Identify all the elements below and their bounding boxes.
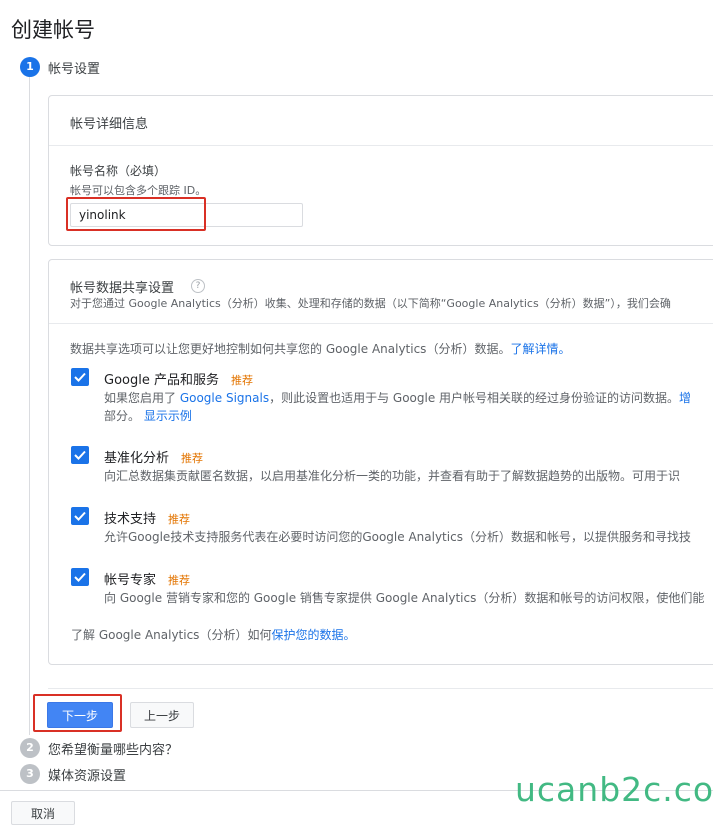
step-2-indicator: 2: [20, 738, 40, 758]
back-button[interactable]: 上一步: [130, 702, 194, 728]
check-icon: [74, 372, 86, 382]
account-name-hint: 帐号可以包含多个跟踪 ID。: [70, 184, 207, 197]
google-products-title: Google 产品和服务 推荐: [104, 369, 253, 388]
technical-support-checkbox[interactable]: [71, 507, 89, 525]
sharing-intro: 数据共享选项可以让您更好地控制如何共享您的 Google Analytics（分…: [70, 340, 713, 357]
divider: [48, 688, 713, 689]
google-signals-link[interactable]: Google Signals: [180, 391, 269, 405]
option-title-text: 帐号专家: [104, 573, 157, 588]
account-specialists-title: 帐号专家 推荐: [104, 569, 190, 588]
data-sharing-heading: 帐号数据共享设置: [70, 281, 175, 296]
page-title: 创建帐号: [11, 18, 95, 42]
technical-support-title: 技术支持 推荐: [104, 508, 190, 527]
step-1-label[interactable]: 帐号设置: [48, 58, 100, 77]
recommended-badge: 推荐: [168, 574, 191, 587]
data-sharing-subtitle: 对于您通过 Google Analytics（分析）收集、处理和存储的数据（以下…: [70, 297, 671, 310]
highlight-box: [66, 197, 206, 231]
protect-data-note: 了解 Google Analytics（分析）如何保护您的数据。: [71, 626, 691, 643]
highlight-box: [33, 694, 122, 732]
desc-text: 如果您启用了: [104, 391, 180, 405]
help-icon[interactable]: ?: [191, 279, 205, 293]
step-3-label[interactable]: 媒体资源设置: [48, 765, 126, 784]
benchmarking-desc: 向汇总数据集贡献匿名数据，以启用基准化分析一类的功能，并查看有助于了解数据趋势的…: [104, 469, 681, 483]
account-name-label: 帐号名称（必填）: [70, 164, 167, 178]
check-icon: [74, 572, 86, 582]
show-example-link[interactable]: 显示示例: [144, 409, 192, 423]
step-2-label[interactable]: 您希望衡量哪些内容？: [48, 739, 178, 758]
cancel-button[interactable]: 取消: [11, 801, 75, 825]
account-specialists-checkbox[interactable]: [71, 568, 89, 586]
benchmarking-checkbox[interactable]: [71, 446, 89, 464]
account-specialists-desc: 向 Google 营销专家和您的 Google 销售专家提供 Google An…: [104, 591, 705, 605]
step-1-indicator: 1: [20, 57, 40, 77]
option-title-text: 基准化分析: [104, 451, 170, 466]
divider: [49, 145, 713, 146]
protect-data-text: 了解 Google Analytics（分析）如何: [71, 628, 272, 642]
technical-support-desc: 允许Google技术支持服务代表在必要时访问您的Google Analytics…: [104, 530, 691, 544]
desc-text: 部分。: [104, 409, 141, 423]
sharing-intro-text: 数据共享选项可以让您更好地控制如何共享您的 Google Analytics（分…: [70, 342, 511, 356]
recommended-badge: 推荐: [230, 374, 253, 387]
account-details-card: 帐号详细信息 帐号名称（必填） 帐号可以包含多个跟踪 ID。: [48, 95, 713, 246]
desc-text: ，则此设置也适用于与 Google 用户帐号相关联的经过身份验证的访问数据。: [269, 391, 680, 405]
recommended-badge: 推荐: [181, 452, 204, 465]
step-3-indicator: 3: [20, 764, 40, 784]
divider: [49, 323, 713, 324]
stepper-line: [29, 77, 30, 735]
account-details-heading: 帐号详细信息: [70, 117, 149, 132]
google-products-checkbox[interactable]: [71, 368, 89, 386]
recommended-badge: 推荐: [168, 513, 191, 526]
watermark: ucanb2c.com: [515, 770, 713, 809]
desc-tail: 增: [679, 391, 692, 405]
option-title-text: 技术支持: [104, 512, 157, 527]
option-title-text: Google 产品和服务: [104, 373, 219, 388]
check-icon: [74, 450, 86, 460]
protect-data-link[interactable]: 保护您的数据。: [271, 628, 355, 642]
google-products-desc-line2: 部分。 显示示例: [104, 407, 713, 424]
learn-more-link[interactable]: 了解详情。: [510, 342, 570, 356]
check-icon: [74, 511, 86, 521]
benchmarking-title: 基准化分析 推荐: [104, 447, 203, 466]
google-products-desc: 如果您启用了 Google Signals，则此设置也适用于与 Google 用…: [104, 389, 713, 406]
